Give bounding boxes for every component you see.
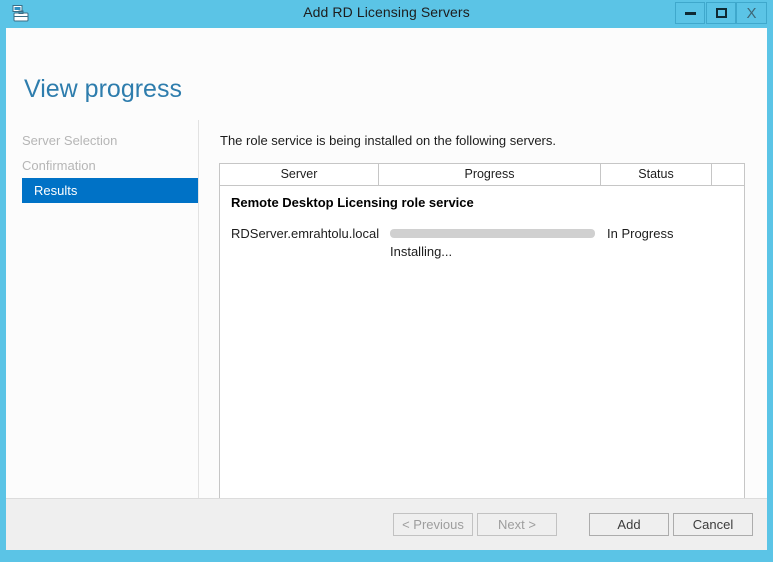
sidebar-item-confirmation[interactable]: Confirmation [6, 153, 198, 178]
role-service-group-label: Remote Desktop Licensing role service [231, 195, 474, 210]
nav-divider [198, 120, 199, 525]
cancel-button[interactable]: Cancel [673, 513, 753, 536]
dialog-client-area: View progress Server Selection Confirmat… [6, 28, 767, 550]
dialog-footer: < Previous Next > Add Cancel [6, 498, 767, 550]
intro-text: The role service is being installed on t… [220, 133, 557, 148]
column-header-server[interactable]: Server [220, 164, 379, 185]
sidebar-item-server-selection[interactable]: Server Selection [6, 128, 198, 153]
sidebar-item-results[interactable]: Results [22, 178, 198, 203]
sidebar-item-label: Results [34, 183, 78, 198]
column-header-status[interactable]: Status [601, 164, 712, 185]
minimize-icon [684, 11, 696, 15]
close-icon: X [746, 4, 757, 22]
next-button[interactable]: Next > [477, 513, 557, 536]
title-bar[interactable]: Add RD Licensing Servers X [0, 0, 773, 28]
servers-progress-table: Server Progress Status Remote Desktop Li… [219, 163, 745, 523]
maximize-button[interactable] [706, 2, 736, 24]
maximize-icon [715, 8, 727, 18]
add-button[interactable]: Add [589, 513, 669, 536]
table-header-row: Server Progress Status [220, 164, 744, 186]
previous-button[interactable]: < Previous [393, 513, 473, 536]
cell-server-name: RDServer.emrahtolu.local [231, 226, 380, 241]
sidebar-item-label: Confirmation [22, 158, 96, 173]
sidebar-item-label: Server Selection [22, 133, 118, 148]
wizard-steps-nav: Server Selection Confirmation Results [6, 128, 198, 203]
status-badge: In Progress [607, 226, 674, 241]
page-title: View progress [24, 75, 182, 103]
progress-bar [390, 229, 595, 238]
column-header-spacer [712, 164, 744, 185]
add-rd-licensing-servers-window: Add RD Licensing Servers X View progress… [0, 0, 773, 562]
cell-progress-label: Installing... [390, 244, 453, 259]
column-header-progress[interactable]: Progress [379, 164, 601, 185]
window-title: Add RD Licensing Servers [303, 4, 470, 20]
minimize-button[interactable] [675, 2, 705, 24]
close-button[interactable]: X [736, 2, 767, 24]
